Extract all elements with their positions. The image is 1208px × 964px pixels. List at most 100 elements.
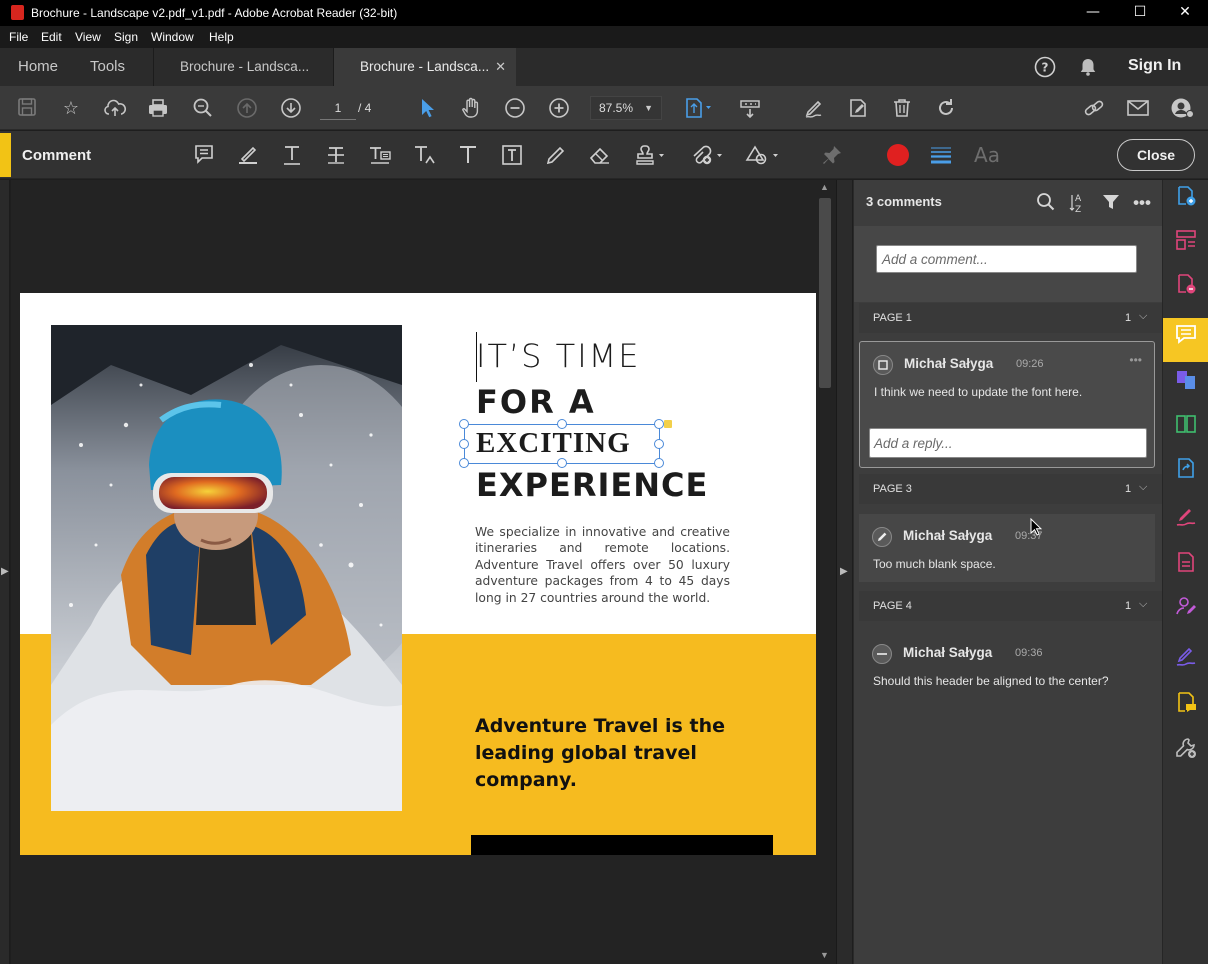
rotate-icon[interactable] <box>934 96 958 120</box>
filter-icon[interactable] <box>1100 192 1122 214</box>
menu-edit[interactable]: Edit <box>41 30 62 44</box>
minimize-button[interactable]: — <box>1070 0 1116 26</box>
tab-document-1[interactable]: Brochure - Landsca... <box>153 48 333 86</box>
comment-card-page-3[interactable]: Michał Sałyga 09:37 Too much blank space… <box>859 514 1155 582</box>
selection-box[interactable] <box>459 419 672 468</box>
pencil-draw-icon[interactable] <box>544 143 568 167</box>
tab-home[interactable]: Home <box>18 48 58 86</box>
chevron-down-icon[interactable]: ⌵ <box>1139 481 1147 494</box>
eraser-icon[interactable] <box>588 143 612 167</box>
close-window-button[interactable]: ✕ <box>1162 0 1208 26</box>
previous-page-icon[interactable] <box>235 96 259 120</box>
strikethrough-text-icon[interactable] <box>324 143 348 167</box>
collapse-panel-icon[interactable]: ▶ <box>840 566 848 577</box>
comment-group-header-page-1[interactable]: PAGE 1 1 ⌵ <box>859 303 1163 333</box>
print-icon[interactable] <box>146 96 170 120</box>
sign-in-button[interactable]: Sign In <box>1128 57 1181 75</box>
add-text-icon[interactable] <box>456 143 480 167</box>
menu-view[interactable]: View <box>75 30 101 44</box>
upload-cloud-icon[interactable] <box>103 96 127 120</box>
comment-group-header-page-4[interactable]: PAGE 4 1 ⌵ <box>859 591 1163 621</box>
shapes-icon[interactable] <box>744 143 778 167</box>
comment-card-page-1[interactable]: Michał Sałyga 09:26 ••• I think we need … <box>859 341 1155 468</box>
zoom-in-icon[interactable] <box>547 96 571 120</box>
share-link-icon[interactable] <box>1082 96 1106 120</box>
chevron-down-icon[interactable]: ⌵ <box>1139 310 1147 323</box>
comment-tool-icon[interactable] <box>1163 318 1208 362</box>
page-number-input[interactable]: 1 <box>320 96 356 120</box>
menu-sign[interactable]: Sign <box>114 30 138 44</box>
resize-handle[interactable] <box>654 419 664 429</box>
insert-text-icon[interactable] <box>412 143 436 167</box>
zoom-out-icon[interactable] <box>503 96 527 120</box>
sticky-note-icon[interactable] <box>192 143 216 167</box>
delete-trash-icon[interactable] <box>890 96 914 120</box>
keep-tool-pin-icon[interactable] <box>820 143 844 167</box>
font-size-icon[interactable]: Aa <box>972 143 1002 167</box>
notifications-bell-icon[interactable] <box>1077 56 1099 78</box>
scan-document-icon[interactable] <box>1163 546 1208 590</box>
sort-az-icon[interactable]: AZ <box>1068 192 1090 215</box>
replace-text-icon[interactable] <box>368 143 392 167</box>
maximize-button[interactable]: ☐ <box>1117 0 1163 26</box>
select-cursor-icon[interactable] <box>415 96 439 120</box>
search-icon[interactable] <box>1035 192 1057 214</box>
note-marker-icon[interactable] <box>664 420 672 428</box>
zoom-level-select[interactable]: 87.5% ▼ <box>590 96 662 120</box>
fill-and-sign-icon[interactable] <box>1163 500 1208 544</box>
comment-group-header-page-3[interactable]: PAGE 3 1 ⌵ <box>859 474 1163 504</box>
notes-document-icon[interactable] <box>1163 686 1208 730</box>
email-icon[interactable] <box>1126 96 1150 120</box>
add-comment-input[interactable]: Add a comment... <box>876 245 1137 273</box>
close-comment-button[interactable]: Close <box>1117 139 1195 171</box>
fit-page-icon[interactable] <box>683 96 711 120</box>
underline-text-icon[interactable] <box>280 143 304 167</box>
sign-pen-icon[interactable] <box>1163 640 1208 684</box>
menu-help[interactable]: Help <box>209 30 234 44</box>
help-icon[interactable]: ? <box>1034 56 1056 78</box>
resize-handle[interactable] <box>654 439 664 449</box>
share-user-icon[interactable] <box>1170 96 1194 120</box>
tab-document-2[interactable]: Brochure - Landsca... ✕ <box>333 48 516 86</box>
edit-pdf-icon[interactable] <box>846 96 870 120</box>
request-signature-icon[interactable] <box>1163 590 1208 634</box>
color-picker-red-icon[interactable] <box>886 143 910 167</box>
resize-handle[interactable] <box>557 419 567 429</box>
reply-input[interactable]: Add a reply... <box>869 428 1147 458</box>
combine-files-icon[interactable] <box>1163 364 1208 408</box>
export-pdf-icon[interactable] <box>1163 268 1208 312</box>
vertical-scrollbar[interactable]: ▲ ▼ <box>816 180 836 964</box>
scroll-mode-icon[interactable] <box>738 96 762 120</box>
highlight-icon[interactable] <box>236 143 260 167</box>
fill-sign-icon[interactable] <box>802 96 826 120</box>
resize-handle[interactable] <box>459 439 469 449</box>
next-page-icon[interactable] <box>279 96 303 120</box>
compare-files-icon[interactable] <box>1163 408 1208 452</box>
bookmark-star-icon[interactable]: ☆ <box>59 96 83 120</box>
expand-left-panel-icon[interactable]: ▶ <box>1 566 9 577</box>
chevron-down-icon[interactable]: ⌵ <box>1139 598 1147 611</box>
scrollbar-thumb[interactable] <box>819 198 831 388</box>
more-options-icon[interactable]: ••• <box>1131 192 1153 214</box>
menu-window[interactable]: Window <box>151 30 194 44</box>
organize-pages-icon[interactable] <box>1163 224 1208 268</box>
more-tools-wrench-icon[interactable] <box>1163 732 1208 776</box>
line-thickness-icon[interactable] <box>929 143 953 167</box>
resize-handle[interactable] <box>459 419 469 429</box>
pdf-page[interactable]: IT’S TIME FOR A EXCITING EXPERIENCE We s… <box>20 293 816 855</box>
find-zoom-icon[interactable] <box>191 96 215 120</box>
left-navigation-strip[interactable]: ▶ <box>0 180 10 964</box>
attach-file-icon[interactable] <box>688 143 722 167</box>
create-pdf-icon[interactable] <box>1163 180 1208 224</box>
comment-card-page-4[interactable]: Michał Sałyga 09:36 Should this header b… <box>859 631 1155 699</box>
panel-collapse-strip[interactable]: ▶ <box>836 180 852 964</box>
tab-close-icon[interactable]: ✕ <box>495 48 506 86</box>
share-file-icon[interactable] <box>1163 452 1208 496</box>
resize-handle[interactable] <box>459 458 469 468</box>
tab-tools[interactable]: Tools <box>90 48 125 86</box>
menu-file[interactable]: File <box>9 30 28 44</box>
scroll-up-icon[interactable]: ▲ <box>820 182 829 192</box>
stamp-icon[interactable] <box>632 143 664 167</box>
scroll-down-icon[interactable]: ▼ <box>820 950 829 960</box>
comment-options-icon[interactable]: ••• <box>1129 353 1142 367</box>
